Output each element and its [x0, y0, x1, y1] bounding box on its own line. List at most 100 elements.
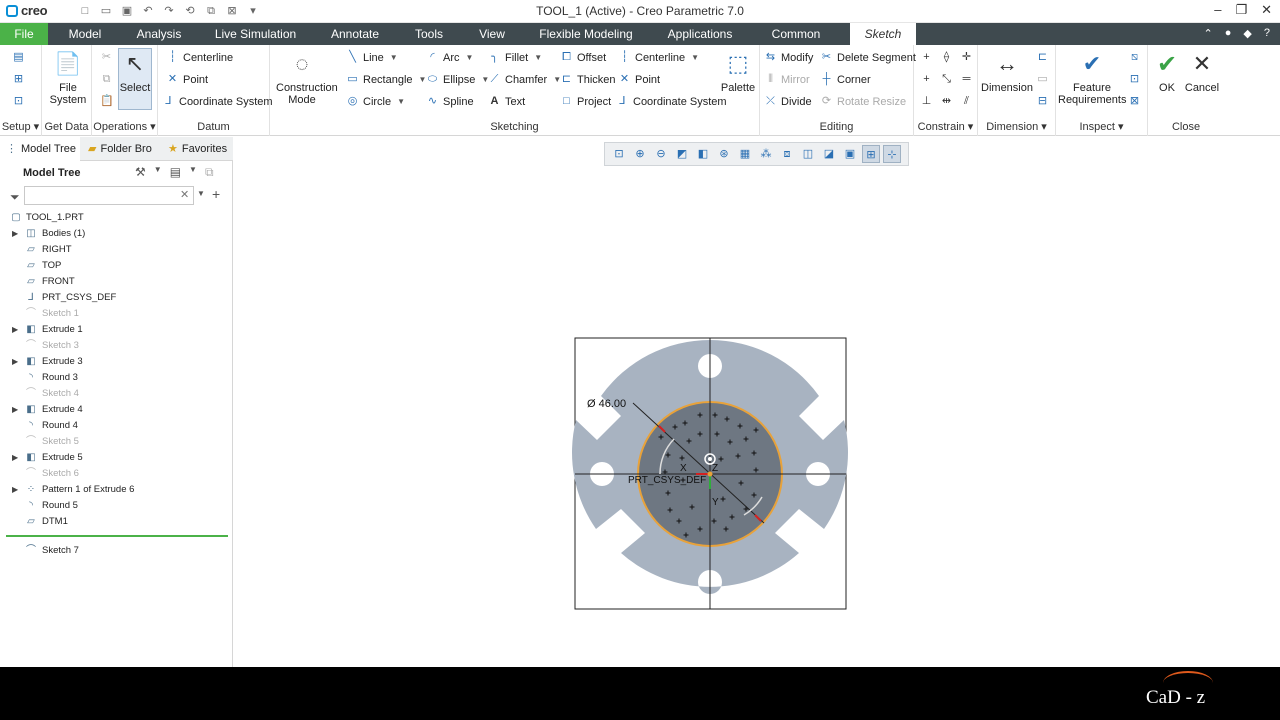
tree-item[interactable]: ▶ ◧ Extrude 3	[0, 354, 233, 370]
tab-tools[interactable]: Tools	[407, 23, 451, 45]
tree-item[interactable]: ⅃ PRT_CSYS_DEF	[0, 290, 233, 306]
tab-annotate[interactable]: Annotate	[323, 23, 387, 45]
paste-button[interactable]: 📋	[100, 95, 114, 108]
tree-item[interactable]: ▢ TOOL_1.PRT	[0, 210, 233, 226]
sketch-csys-button[interactable]: ⅃ Coordinate System	[616, 95, 726, 108]
notification-icon[interactable]: ●	[1225, 27, 1232, 40]
expand-icon[interactable]: ▶	[12, 482, 18, 498]
sketch-centerline-button[interactable]: ┆ Centerline ▼	[618, 51, 699, 64]
tab-sketch[interactable]: Sketch	[850, 23, 916, 45]
midpoint-constraint-button[interactable]: ✛	[960, 51, 973, 64]
shade-closed-loops-button[interactable]: ⊠	[1128, 95, 1141, 108]
tab-analysis[interactable]: Analysis	[130, 23, 188, 45]
tree-item[interactable]: ⌒ Sketch 5	[0, 434, 233, 450]
tab-common[interactable]: Common	[761, 23, 831, 45]
tab-file[interactable]: File	[0, 23, 48, 45]
feature-requirements-button[interactable]: ✔ Feature Requirements	[1058, 49, 1126, 106]
parallel-constraint-button[interactable]: ⫽	[960, 95, 973, 108]
corner-button[interactable]: ┼ Corner	[820, 73, 871, 86]
datum-centerline-button[interactable]: ┆ Centerline	[166, 51, 233, 64]
modify-button[interactable]: ⇆ Modify	[764, 51, 814, 64]
tree-item[interactable]: ▶ ◧ Extrude 5	[0, 450, 233, 466]
group-label-constrain[interactable]: Constrain ▾	[914, 120, 977, 133]
spline-button[interactable]: ∿ Spline	[426, 95, 474, 108]
baseline-button[interactable]: ▭	[1036, 73, 1049, 86]
tree-item[interactable]: ⌒ Sketch 4	[0, 386, 233, 402]
expand-icon[interactable]: ▶	[12, 322, 18, 338]
dropdown-icon[interactable]: ▼	[154, 165, 162, 180]
circle-button[interactable]: ◎ Circle ▼	[346, 95, 405, 108]
expand-icon[interactable]: ▶	[12, 402, 18, 418]
group-label-operations[interactable]: Operations ▾	[92, 120, 157, 133]
project-button[interactable]: □ Project	[560, 95, 611, 108]
ok-button[interactable]: ✔ OK	[1152, 49, 1182, 95]
tree-item[interactable]: ▱ RIGHT	[0, 242, 233, 258]
palette-button[interactable]: ⬚ Palette	[720, 49, 756, 94]
collapse-ribbon-icon[interactable]: ⌃	[1204, 27, 1213, 40]
copy-button[interactable]: ⧉	[100, 73, 113, 86]
tree-item[interactable]: ⌒ Sketch 6	[0, 466, 233, 482]
tree-item[interactable]: ⌒ Sketch 3	[0, 338, 233, 354]
perimeter-button[interactable]: ⊏	[1036, 51, 1049, 64]
tree-item[interactable]: ◝ Round 3	[0, 370, 233, 386]
tree-item[interactable]: ▱ TOP	[0, 258, 233, 274]
sketch-point-button[interactable]: ✕ Point	[618, 73, 660, 86]
offset-button[interactable]: ⧠ Offset	[560, 51, 606, 64]
sketch-setup-button[interactable]: ▤	[12, 51, 25, 64]
tree-settings-icon[interactable]: ▤	[170, 165, 181, 180]
equal-constraint-button[interactable]: ═	[960, 73, 973, 86]
tab-favorites[interactable]: ★ Favorites	[162, 137, 233, 161]
insert-here-line[interactable]	[6, 535, 228, 537]
tab-model[interactable]: Model	[60, 23, 110, 45]
search-dropdown-icon[interactable]: ▼	[197, 189, 205, 198]
tab-live-simulation[interactable]: Live Simulation	[208, 23, 303, 45]
line-button[interactable]: ╲ Line ▼	[346, 51, 398, 64]
coincident-constraint-button[interactable]: ⤡	[940, 73, 953, 86]
filter-icon[interactable]: ⏷	[10, 190, 20, 205]
restore-button[interactable]: ❐	[1235, 2, 1247, 18]
datum-point-button[interactable]: ✕ Point	[166, 73, 208, 86]
close-button[interactable]: ✕	[1261, 2, 1272, 18]
cancel-button[interactable]: ✕ Cancel	[1184, 49, 1220, 94]
datum-csys-button[interactable]: ⅃ Coordinate System	[162, 95, 272, 108]
reference-dimension-button[interactable]: ⊟	[1036, 95, 1049, 108]
tab-folder-browser[interactable]: ▰ Folder Bro	[82, 137, 160, 161]
mirror-button[interactable]: ⫴ Mirror	[764, 73, 810, 86]
construction-mode-button[interactable]: ◌ Construction Mode	[276, 49, 338, 106]
tab-model-tree[interactable]: ⋮ Model Tree	[0, 137, 80, 161]
overlapping-geometry-button[interactable]: ⧅	[1128, 51, 1141, 64]
dimension-button[interactable]: ↔ Dimension	[980, 49, 1034, 94]
symmetric-constraint-button[interactable]: ⇹	[940, 95, 953, 108]
help-icon[interactable]: ?	[1264, 27, 1270, 40]
chamfer-button[interactable]: ⟋ Chamfer ▼	[488, 73, 561, 86]
group-label-setup[interactable]: Setup ▾	[0, 120, 41, 133]
tree-item[interactable]: ▶ ◧ Extrude 4	[0, 402, 233, 418]
search-input[interactable]	[24, 186, 194, 205]
thicken-button[interactable]: ⊏ Thicken	[560, 73, 616, 86]
tree-item[interactable]: ◝ Round 5	[0, 498, 233, 514]
reference-button[interactable]: ⊞	[12, 73, 25, 86]
delete-segment-button[interactable]: ✂ Delete Segment	[820, 51, 916, 64]
text-button[interactable]: A Text	[488, 95, 526, 108]
expand-icon[interactable]: ▶	[12, 354, 18, 370]
arc-button[interactable]: ◜ Arc ▼	[426, 51, 473, 64]
expand-icon[interactable]: ▶	[12, 450, 18, 466]
tree-item[interactable]: ◝ Round 4	[0, 418, 233, 434]
tree-item[interactable]: ▱ DTM1	[0, 514, 233, 530]
cut-button[interactable]: ✂	[100, 51, 113, 64]
tab-applications[interactable]: Applications	[659, 23, 741, 45]
minimize-button[interactable]: –	[1214, 2, 1221, 18]
dropdown-icon[interactable]: ▼	[189, 165, 197, 180]
sketch-view-button[interactable]: ⊡	[12, 95, 25, 108]
tree-item[interactable]: ▱ FRONT	[0, 274, 233, 290]
graphics-area[interactable]: ⊡ ⊕ ⊖ ◩ ◧ ⊛ ▦ ⁂ ⧈ ◫ ◪ ▣ ⊞ ⊹ X Y Z PRT_CS…	[234, 137, 1280, 667]
divide-button[interactable]: ⤫ Divide	[764, 95, 811, 108]
highlight-open-ends-button[interactable]: ⊡	[1128, 73, 1141, 86]
tree-columns-icon[interactable]: ⧉	[205, 165, 214, 180]
vertical-constraint-button[interactable]: +	[920, 51, 933, 64]
rectangle-button[interactable]: ▭ Rectangle ▼	[346, 73, 426, 86]
perpendicular-constraint-button[interactable]: ⊥	[920, 95, 933, 108]
hammer-icon[interactable]: ⚒	[135, 165, 146, 180]
file-system-button[interactable]: 📄 File System	[48, 49, 88, 106]
tree-item-active-sketch[interactable]: ⌒ Sketch 7	[0, 543, 233, 559]
